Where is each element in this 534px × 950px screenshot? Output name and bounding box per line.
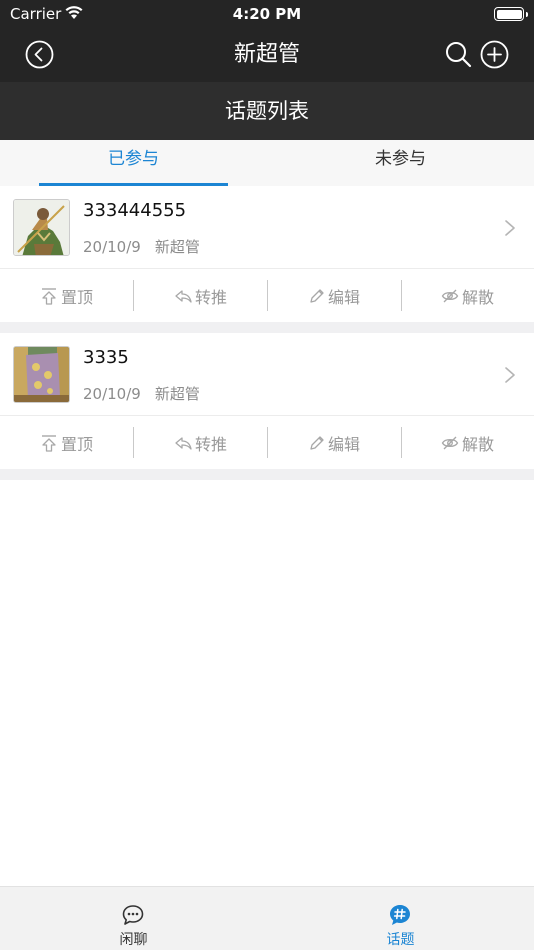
- edit-label: 编辑: [327, 434, 360, 454]
- pencil-icon: [310, 288, 324, 303]
- topic-actions: 置顶 转推 编辑 解散: [0, 269, 534, 322]
- eye-slash-icon: [441, 436, 459, 449]
- topic-title: 333444555: [83, 200, 187, 221]
- empty-content-area: [0, 480, 534, 886]
- tab-joined[interactable]: 已参与: [0, 140, 267, 186]
- battery-icon: [494, 7, 528, 21]
- back-icon[interactable]: [25, 40, 54, 69]
- topic-card: 333444555 20/10/9 新超管 置顶 转推 编辑 解散: [0, 186, 534, 322]
- topic-row[interactable]: 333444555 20/10/9 新超管: [0, 186, 534, 268]
- tabbar-item-chat[interactable]: 闲聊: [0, 887, 267, 950]
- topic-date: 20/10/9: [83, 238, 141, 256]
- forward-button[interactable]: 转推: [134, 269, 267, 322]
- chevron-right-icon: [505, 367, 515, 383]
- bottom-tab-bar: 闲聊 话题: [0, 886, 534, 950]
- topic-thumbnail: [13, 199, 70, 256]
- eye-slash-icon: [441, 289, 459, 302]
- navigation-bar: Carrier 4:20 PM 新超管: [0, 0, 534, 82]
- tab-not-joined[interactable]: 未参与: [267, 140, 534, 186]
- chevron-right-icon: [505, 220, 515, 236]
- tabbar-label-topics: 话题: [386, 932, 415, 948]
- section-header: 话题列表: [0, 82, 534, 140]
- pin-top-icon: [41, 434, 56, 452]
- dissolve-label: 解散: [461, 287, 494, 307]
- dissolve-label: 解散: [461, 434, 494, 454]
- edit-button[interactable]: 编辑: [268, 416, 401, 469]
- pin-button[interactable]: 置顶: [0, 416, 133, 469]
- topic-meta: 20/10/9 新超管: [83, 383, 200, 404]
- pin-top-icon: [41, 287, 56, 305]
- topic-author: 新超管: [154, 385, 200, 403]
- forward-icon: [175, 289, 192, 303]
- edit-label: 编辑: [327, 287, 360, 307]
- segment-tabs: 已参与 未参与: [0, 140, 534, 186]
- chat-icon: [122, 905, 144, 925]
- tabbar-label-chat: 闲聊: [119, 932, 148, 948]
- edit-button[interactable]: 编辑: [268, 269, 401, 322]
- dissolve-button[interactable]: 解散: [401, 269, 534, 322]
- status-time: 4:20 PM: [232, 5, 302, 23]
- topic-date: 20/10/9: [83, 385, 141, 403]
- dissolve-button[interactable]: 解散: [401, 416, 534, 469]
- forward-icon: [175, 436, 192, 450]
- topic-thumbnail: [13, 346, 70, 403]
- topic-author: 新超管: [154, 238, 200, 256]
- search-icon[interactable]: [445, 41, 472, 68]
- status-bar: Carrier 4:20 PM: [0, 0, 534, 28]
- topic-card: 3335 20/10/9 新超管 置顶 转推 编辑 解散: [0, 333, 534, 469]
- topic-actions: 置顶 转推 编辑 解散: [0, 416, 534, 469]
- pin-label: 置顶: [60, 287, 93, 307]
- hashtag-icon: [390, 905, 410, 925]
- add-icon[interactable]: [480, 40, 509, 69]
- topic-title: 3335: [83, 347, 129, 368]
- pin-label: 置顶: [60, 434, 93, 454]
- pencil-icon: [310, 435, 324, 450]
- forward-label: 转推: [194, 434, 227, 454]
- pin-button[interactable]: 置顶: [0, 269, 133, 322]
- topic-row[interactable]: 3335 20/10/9 新超管: [0, 333, 534, 415]
- topic-meta: 20/10/9 新超管: [83, 236, 200, 257]
- tabbar-item-topics[interactable]: 话题: [267, 887, 534, 950]
- forward-label: 转推: [194, 287, 227, 307]
- forward-button[interactable]: 转推: [134, 416, 267, 469]
